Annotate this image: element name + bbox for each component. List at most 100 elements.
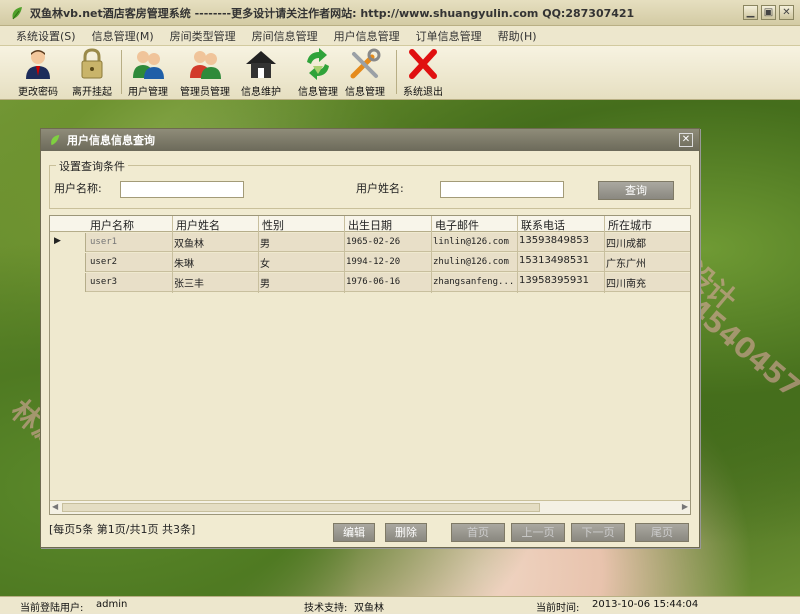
system-exit-button[interactable]: 系统退出 [403,48,443,98]
username-input[interactable] [120,181,244,198]
column-divider [344,216,345,293]
cell-gender[interactable]: 男 [260,235,342,250]
cell-birthday[interactable]: 1965-02-26 [346,237,430,247]
menu-help[interactable]: 帮助(H) [498,28,537,44]
cell-city[interactable]: 广东广州 [606,255,690,270]
prev-page-button[interactable]: 上一页 [511,523,565,542]
window-controls: ▁ ▣ ✕ [743,5,794,20]
cell-realname[interactable]: 朱琳 [174,255,256,270]
column-header[interactable]: 电子邮件 [435,217,479,233]
toolbar-separator [121,50,122,94]
admin-users-icon [190,51,221,79]
toolbar-separator [396,50,397,94]
column-header[interactable]: 所在城市 [608,217,652,233]
house-icon [246,51,276,78]
username-label: 用户名称: [54,182,102,195]
support-label: 技术支持: [304,603,348,614]
menu-system[interactable]: 系统设置(S) [16,28,76,44]
current-row-arrow-icon: ▶ [54,236,61,246]
user-key-icon [26,50,50,79]
cell-city[interactable]: 四川南充 [606,275,690,290]
menu-bar: 系统设置(S) 信息管理(M) 房间类型管理 房间信息管理 用户信息管理 订单信… [0,26,800,46]
grid-header: 用户名称 用户姓名 性别 出生日期 电子邮件 联系电话 所在城市 [50,216,690,232]
cell-city[interactable]: 四川成都 [606,235,690,250]
column-divider [517,216,518,293]
maximize-button[interactable]: ▣ [761,5,776,20]
column-header[interactable]: 用户名称 [90,217,134,233]
app-leaf-icon [51,134,60,146]
current-time: 2013-10-06 15:44:04 [592,599,699,610]
cell-birthday[interactable]: 1994-12-20 [346,257,430,267]
first-page-button[interactable]: 首页 [451,523,505,542]
info-maintenance-button[interactable]: 信息维护 [241,48,281,98]
scroll-thumb[interactable] [62,503,540,512]
table-row[interactable]: user3 张三丰 男 1976-06-16 zhangsanfeng... 1… [50,273,690,292]
column-header[interactable]: 出生日期 [348,217,392,233]
time-label: 当前时间: [536,603,580,614]
login-user-label: 当前登陆用户: [20,603,84,614]
window-title: 双鱼林vb.net酒店客房管理系统 --------更多设计请关注作者网站: h… [30,6,635,20]
users-icon [133,51,164,79]
user-data-grid[interactable]: 用户名称 用户姓名 性别 出生日期 电子邮件 联系电话 所在城市 ▶ user1… [49,215,691,515]
minimize-button[interactable]: ▁ [743,5,758,20]
lock-suspend-button[interactable]: 离开挂起 [72,48,112,98]
cell-email[interactable]: zhangsanfeng... [433,277,517,287]
tools-icon [350,48,381,79]
realname-label: 用户姓名: [356,182,404,195]
title-bar: 双鱼林vb.net酒店客房管理系统 --------更多设计请关注作者网站: h… [0,0,800,26]
scroll-right-arrow-icon[interactable]: ▶ [682,502,688,511]
horizontal-scrollbar[interactable]: ◀ ▶ [50,500,690,514]
delete-button[interactable]: 删除 [385,523,427,542]
table-row[interactable]: ▶ user1 双鱼林 男 1965-02-26 linlin@126.com … [50,233,690,252]
cell-gender[interactable]: 女 [260,255,342,270]
dialog-close-button[interactable]: ✕ [679,133,693,147]
cell-email[interactable]: linlin@126.com [433,237,517,247]
cell-realname[interactable]: 双鱼林 [174,235,256,250]
cell-phone[interactable]: 13593849853 [519,235,603,246]
change-password-button[interactable]: 更改密码 [18,48,58,98]
menu-order-info[interactable]: 订单信息管理 [416,28,482,44]
cell-gender[interactable]: 男 [260,275,342,290]
query-button[interactable]: 查询 [598,181,674,200]
cell-phone[interactable]: 13958395931 [519,275,603,286]
info-management-button-1[interactable]: 信息管理 [298,48,338,98]
info-management-button-2[interactable]: 信息管理 [345,48,385,98]
dialog-title: 用户信息信息查询 [67,134,155,147]
status-bar: 当前登陆用户: admin 技术支持: 双鱼林 当前时间: 2013-10-06… [0,596,800,614]
table-row[interactable]: user2 朱琳 女 1994-12-20 zhulin@126.com 153… [50,253,690,272]
login-user-value: admin [96,599,128,610]
close-x-icon [409,49,437,79]
admin-management-button[interactable]: 管理员管理 [180,48,230,98]
cell-birthday[interactable]: 1976-06-16 [346,277,430,287]
pager-info: [每页5条 第1页/共1页 共3条] [49,523,196,536]
user-management-button[interactable]: 用户管理 [128,48,168,98]
cell-email[interactable]: zhulin@126.com [433,257,517,267]
cell-realname[interactable]: 张三丰 [174,275,256,290]
realname-input[interactable] [440,181,564,198]
app-leaf-icon [12,6,22,19]
menu-info[interactable]: 信息管理(M) [92,28,154,44]
query-conditions-group: 设置查询条件 用户名称: 用户姓名: 查询 [49,158,691,209]
next-page-button[interactable]: 下一页 [571,523,625,542]
cell-username[interactable]: user3 [90,277,170,287]
row-selector[interactable]: ▶ [50,233,86,252]
cell-phone[interactable]: 15313498531 [519,255,603,266]
row-selector[interactable] [50,253,86,272]
column-divider [258,216,259,293]
close-button[interactable]: ✕ [779,5,794,20]
row-selector[interactable] [50,273,86,292]
column-divider [172,216,173,293]
column-header[interactable]: 用户姓名 [176,217,220,233]
menu-room-type[interactable]: 房间类型管理 [170,28,236,44]
column-header[interactable]: 性别 [262,217,284,233]
menu-room-info[interactable]: 房间信息管理 [252,28,318,44]
edit-button[interactable]: 编辑 [333,523,375,542]
column-divider [604,216,605,293]
column-header[interactable]: 联系电话 [521,217,565,233]
cell-username[interactable]: user2 [90,257,170,267]
cell-username[interactable]: user1 [90,237,170,247]
menu-user-info[interactable]: 用户信息管理 [334,28,400,44]
last-page-button[interactable]: 尾页 [635,523,689,542]
scroll-left-arrow-icon[interactable]: ◀ [52,502,58,511]
toolbar: 更改密码 离开挂起 用户管理 管理员管理 信息维护 信息管理 信息管理 系统退出 [0,46,800,100]
